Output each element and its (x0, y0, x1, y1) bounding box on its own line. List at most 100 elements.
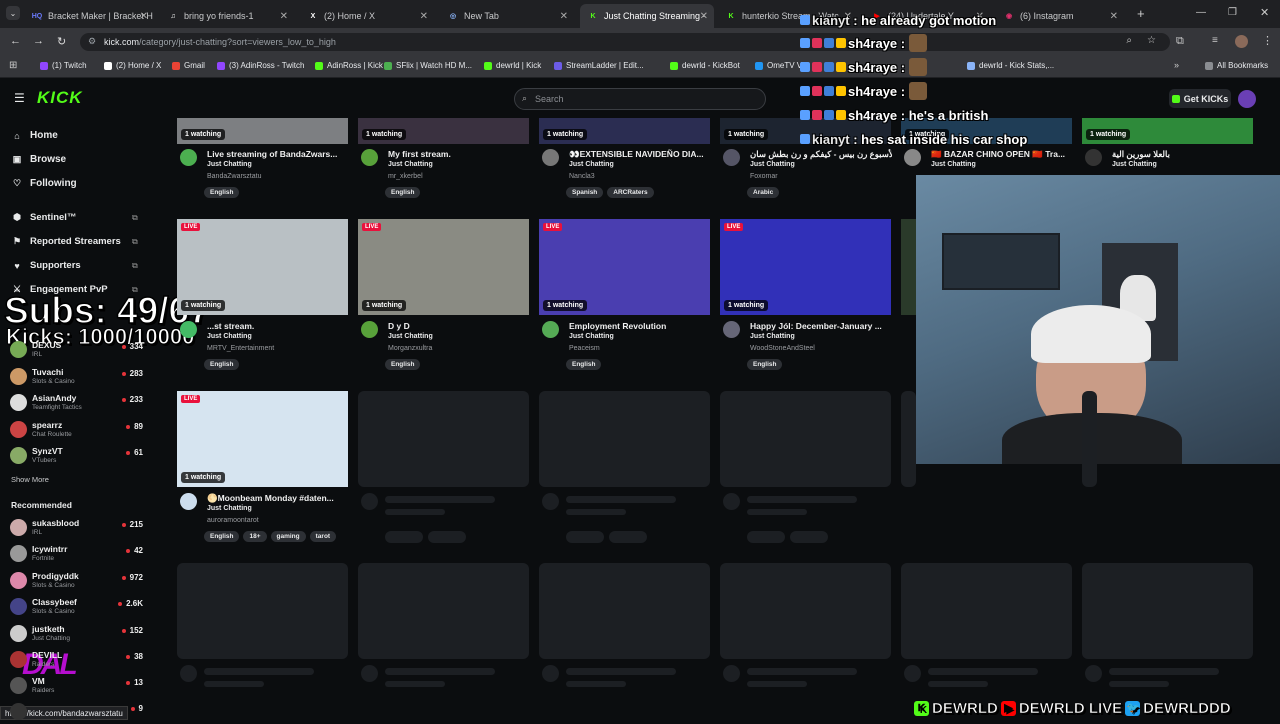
tag[interactable]: tarot (309, 531, 337, 542)
apps-icon[interactable]: ⊞ (9, 60, 17, 71)
bookmark-item[interactable]: SFlix | Watch HD M... (384, 61, 472, 70)
avatar[interactable] (723, 149, 740, 166)
sidebar-channel[interactable]: AsianAndy Teamfight Tactics 233 (10, 393, 146, 415)
sidebar-channel[interactable]: DEVILL Raiders 38 (10, 650, 146, 672)
tag[interactable]: gaming (270, 531, 306, 542)
stream-username[interactable]: Morganzxultra (388, 345, 432, 352)
stream-title[interactable]: D y D (388, 321, 530, 331)
sidebar-channel[interactable]: Classybeef Slots & Casino 2.6K (10, 597, 146, 619)
sidebar-channel[interactable]: Icywintrr Fortnite 42 (10, 544, 146, 566)
browser-tab[interactable]: ◎ New Tab ✕ (440, 4, 574, 28)
site-info-icon[interactable]: ⚙ (88, 36, 96, 47)
close-tab-icon[interactable]: ✕ (280, 11, 288, 22)
zoom-icon[interactable]: ⌕ (1126, 35, 1132, 46)
stream-category[interactable]: Just Chatting (388, 161, 433, 168)
stream-title[interactable]: Live streaming of BandaZwars... (207, 149, 349, 159)
extension-nav-item[interactable]: ⚔ Engagement PvP (12, 284, 108, 295)
tag[interactable]: English (204, 359, 240, 370)
close-window-icon[interactable]: ✕ (1260, 6, 1269, 19)
stream-username[interactable]: BandaZwarsztatu (207, 173, 261, 180)
stream-category[interactable]: Just Chatting (931, 161, 976, 168)
forward-icon[interactable]: → (33, 35, 44, 47)
stream-title[interactable]: My first stream. (388, 149, 530, 159)
stream-username[interactable]: MRTV_Entertainment (207, 345, 274, 352)
stream-thumbnail[interactable]: 1 watching (1082, 118, 1253, 144)
stream-category[interactable]: Just Chatting (388, 333, 433, 340)
avatar[interactable] (542, 149, 559, 166)
maximize-icon[interactable]: ❐ (1228, 7, 1237, 18)
stream-thumbnail[interactable]: LIVE 1 watching (539, 219, 710, 315)
sidebar-channel[interactable]: SynzVT VTubers 61 (10, 446, 146, 468)
stream-category[interactable]: Just Chatting (207, 333, 252, 340)
avatar[interactable] (180, 321, 197, 338)
sidebar-channel[interactable]: spearrz Chat Roulette 89 (10, 420, 146, 442)
stream-username[interactable]: Peaceism (569, 345, 600, 352)
sidebar-channel[interactable]: justketh Just Chatting 152 (10, 624, 146, 646)
back-icon[interactable]: ← (10, 35, 21, 47)
browser-tab[interactable]: K Just Chatting Streaming - ✕ (580, 4, 714, 28)
bookmark-item[interactable]: StreamLadder | Edit... (554, 61, 644, 70)
stream-title[interactable]: 🇨🇳 BAZAR CHINO OPEN 🇨🇳 Tra... (931, 149, 1073, 160)
stream-title[interactable]: 👀EXTENSIBLE NAVIDEÑO DIA... (569, 149, 711, 160)
close-tab-icon[interactable]: ✕ (1110, 11, 1118, 22)
stream-title[interactable]: 🌕Moonbeam Monday #daten... (207, 493, 349, 504)
close-tab-icon[interactable]: ✕ (560, 11, 568, 22)
avatar[interactable] (904, 149, 921, 166)
stream-title[interactable]: Happy Jól: December-January ... (750, 321, 892, 331)
minimize-icon[interactable]: — (1196, 7, 1206, 18)
close-tab-icon[interactable]: ✕ (140, 11, 148, 22)
stream-thumbnail[interactable]: 1 watching (177, 118, 348, 144)
reading-list-icon[interactable]: ≡ (1212, 35, 1218, 46)
sidebar-channel[interactable]: VM Raiders 13 (10, 676, 146, 698)
stream-title[interactable]: بالعلا سورين الية (1112, 149, 1254, 160)
stream-category[interactable]: Just Chatting (569, 333, 614, 340)
new-tab-icon[interactable]: + (1137, 6, 1145, 21)
extension-nav-item[interactable]: ⬢ Sentinel™ (12, 212, 76, 223)
stream-thumbnail[interactable]: 1 watching (358, 118, 529, 144)
bookmark-item[interactable]: Gmail (172, 61, 205, 70)
avatar[interactable] (361, 321, 378, 338)
stream-thumbnail[interactable]: LIVE 1 watching (358, 219, 529, 315)
external-link-icon[interactable]: ⧉ (132, 285, 138, 295)
nav-browse[interactable]: ▣ Browse (12, 154, 66, 165)
external-link-icon[interactable]: ⧉ (132, 261, 138, 271)
get-kicks-button[interactable]: Get KICKs (1169, 89, 1231, 108)
reload-icon[interactable]: ↻ (57, 35, 66, 48)
external-link-icon[interactable]: ⧉ (132, 237, 138, 247)
bookmark-star-icon[interactable]: ☆ (1147, 35, 1156, 46)
extension-nav-item[interactable]: ⚑ Reported Streamers (12, 236, 121, 247)
tag[interactable]: English (204, 187, 240, 198)
tab-search-icon[interactable]: ⌄ (6, 6, 20, 20)
more-bookmarks-icon[interactable]: » (1174, 60, 1179, 70)
stream-category[interactable]: Just Chatting (1112, 161, 1157, 168)
stream-username[interactable]: mr_xkerbel (388, 173, 423, 180)
tag[interactable]: English (385, 359, 421, 370)
search-input[interactable]: ⌕ Search (514, 88, 766, 110)
avatar[interactable] (180, 493, 197, 510)
stream-title[interactable]: ت الأسبوع رن بيس - كيفكم و رن بطش سان (750, 149, 892, 160)
profile-avatar[interactable] (1235, 35, 1248, 48)
bookmark-item[interactable]: dewrld - Kick Stats,... (967, 61, 1054, 70)
close-tab-icon[interactable]: ✕ (700, 11, 708, 22)
external-link-icon[interactable]: ⧉ (132, 213, 138, 223)
browser-tab[interactable]: ◉ (6) Instagram ✕ (996, 4, 1124, 28)
tag[interactable]: English (566, 359, 602, 370)
tag[interactable]: ARCRaters (607, 187, 654, 198)
avatar[interactable] (1085, 149, 1102, 166)
sidebar-channel[interactable]: Tuvachi Slots & Casino 283 (10, 367, 146, 389)
stream-category[interactable]: Just Chatting (207, 505, 252, 512)
sidebar-channel[interactable]: Prodigyddk Slots & Casino 972 (10, 571, 146, 593)
user-avatar[interactable] (1238, 90, 1256, 108)
tag[interactable]: English (747, 359, 783, 370)
bookmark-item[interactable]: (3) AdinRoss - Twitch (217, 61, 304, 70)
browser-tab[interactable]: X (2) Home / X ✕ (300, 4, 434, 28)
all-bookmarks[interactable]: All Bookmarks (1205, 61, 1268, 70)
kick-logo[interactable]: KICK (37, 88, 83, 108)
avatar[interactable] (723, 321, 740, 338)
extensions-icon[interactable]: ⧉ (1176, 35, 1184, 48)
bookmark-item[interactable]: (2) Home / X (104, 61, 161, 70)
nav-home[interactable]: ⌂ Home (12, 130, 58, 141)
tag[interactable]: English (385, 187, 421, 198)
browser-menu-icon[interactable]: ⋮ (1262, 34, 1273, 47)
stream-title[interactable]: ...st stream. (207, 321, 349, 331)
